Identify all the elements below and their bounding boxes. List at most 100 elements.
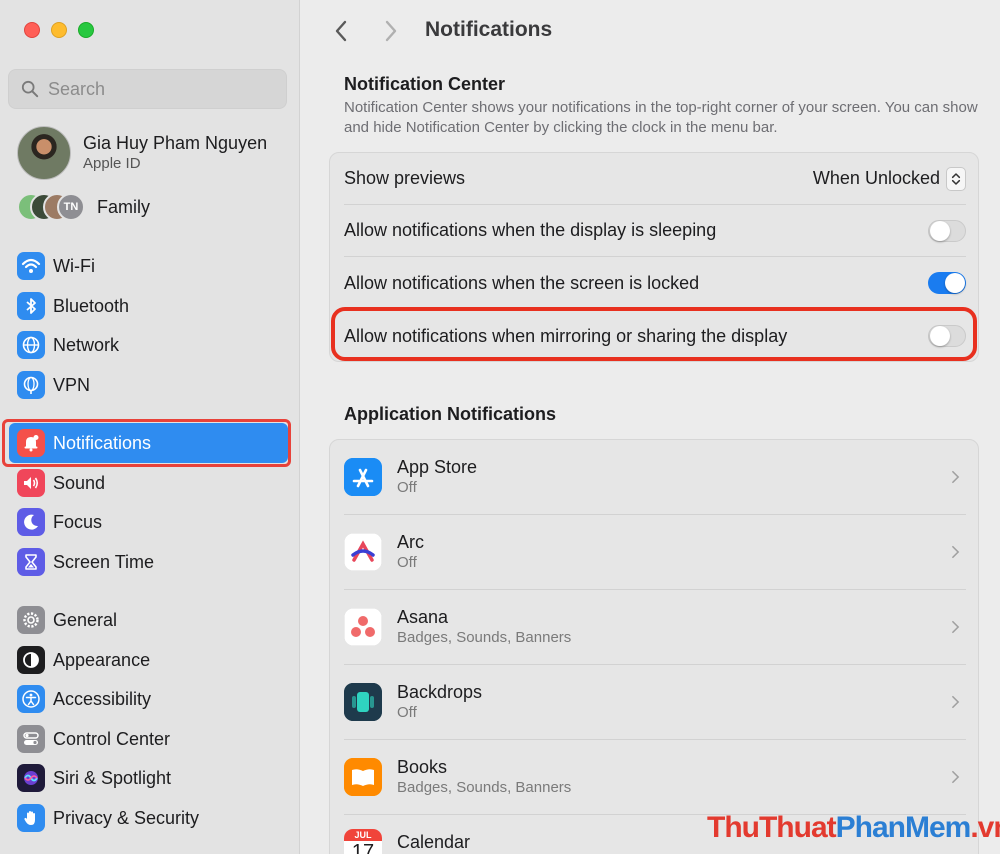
sidebar-item-bluetooth[interactable]: Bluetooth [9,286,288,326]
sidebar-item-label: Siri & Spotlight [53,767,172,788]
updown-chevron-icon [946,166,966,191]
family-item[interactable]: TN Family [17,193,150,221]
family-avatars: TN [17,193,89,221]
app-row-books[interactable]: Books Badges, Sounds, Banners [344,740,966,815]
display-sleeping-row: Allow notifications when the display is … [344,205,966,257]
sidebar: Search Gia Huy Pham Nguyen Apple ID TN F… [0,0,300,854]
app-status: Off [397,704,417,721]
moon-icon [17,508,45,536]
toggle-label: Allow notifications when the screen is l… [344,272,700,293]
app-name: Asana [397,607,449,627]
sidebar-item-label: Sound [53,472,106,493]
sidebar-item-label: Screen Time [53,551,155,572]
sidebar-item-sound[interactable]: Sound [9,463,288,503]
app-name: App Store [397,457,478,477]
sidebar-item-focus[interactable]: Focus [9,502,288,542]
show-previews-row: Show previews When Unlocked [344,153,966,205]
sidebar-item-appearance[interactable]: Appearance [9,640,288,680]
sidebar-item-label: Control Center [53,728,171,749]
app-row-backdrops[interactable]: Backdrops Off [344,665,966,740]
sidebar-item-accessibility[interactable]: Accessibility [9,679,288,719]
app-status: Off [397,479,417,496]
watermark-part: PhanMem [835,811,972,844]
sidebar-item-label: VPN [53,374,91,395]
profile-subtitle: Apple ID [83,155,141,172]
sidebar-item-label: Wi-Fi [53,255,95,276]
globe-icon [17,331,45,359]
application-notifications-list: App Store Off Arc Off Asana Badges, Soun… [329,439,979,854]
search-placeholder: Search [48,78,106,99]
family-avatar-initials: TN [57,193,85,221]
screen-locked-row: Allow notifications when the screen is l… [344,257,966,310]
family-label: Family [97,196,150,217]
main-content: Notifications Notification Center Notifi… [301,0,1000,854]
chevron-right-icon [948,543,962,561]
app-row-app-store[interactable]: App Store Off [344,440,966,515]
hourglass-icon [17,548,45,576]
chevron-right-icon [948,693,962,711]
mirroring-highlight-annotation [331,307,977,361]
chevron-right-icon [385,20,397,42]
gear-icon [17,606,45,634]
app-name: Arc [397,532,424,552]
app-name: Backdrops [397,682,483,702]
sidebar-item-control-center[interactable]: Control Center [9,719,288,759]
notification-center-heading: Notification Center [344,74,506,94]
app-row-asana[interactable]: Asana Badges, Sounds, Banners [344,590,966,665]
back-button[interactable] [329,18,353,44]
sidebar-item-label: Focus [53,511,103,532]
bluetooth-icon [17,292,45,320]
accessibility-icon [17,685,45,713]
avatar [17,126,71,180]
search-icon [21,80,39,98]
watermark-part: .vn [970,811,1000,844]
sidebar-item-wifi[interactable]: Wi-Fi [9,246,288,286]
asana-icon [344,608,382,646]
search-field[interactable]: Search [8,69,287,109]
apple-id-profile[interactable]: Gia Huy Pham Nguyen Apple ID [17,126,267,180]
books-icon [344,758,382,796]
wifi-icon [17,252,45,280]
forward-button[interactable] [379,18,403,44]
show-previews-label: Show previews [344,168,466,188]
control-center-icon [17,725,45,753]
siri-icon [17,764,45,792]
sidebar-item-general[interactable]: General [9,600,288,640]
calendar-icon-month: JUL [344,829,382,841]
chevron-right-icon [948,618,962,636]
sidebar-item-screen-time[interactable]: Screen Time [9,542,288,582]
show-previews-select[interactable]: When Unlocked [813,166,966,191]
toggle-label: Allow notifications when the display is … [344,220,717,240]
app-row-arc[interactable]: Arc Off [344,515,966,590]
sidebar-item-label: Privacy & Security [53,807,200,828]
app-status: Badges, Sounds, Banners [397,629,572,646]
toolbar: Notifications [301,14,1000,48]
system-settings-window: Search Gia Huy Pham Nguyen Apple ID TN F… [0,0,1000,854]
sidebar-item-network[interactable]: Network [9,325,288,365]
watermark-part: ThuThuat [707,811,837,844]
app-status: Off [397,554,417,571]
notification-center-description: Notification Center shows your notificat… [344,99,978,136]
zoom-window-button[interactable] [78,22,94,38]
vpn-globe-icon [17,371,45,399]
display-sleeping-toggle[interactable] [928,219,966,242]
page-title: Notifications [425,18,553,41]
arc-icon [344,533,382,571]
sidebar-item-label: Accessibility [53,688,152,709]
minimize-window-button[interactable] [51,22,67,38]
close-window-button[interactable] [24,22,40,38]
window-controls [24,22,94,38]
calendar-icon-day: 17 [351,841,375,854]
notifications-highlight-annotation [2,419,291,467]
sidebar-item-label: Network [53,334,120,355]
sidebar-item-label: Bluetooth [53,295,130,316]
sidebar-item-privacy-security[interactable]: Privacy & Security [9,798,288,838]
screen-locked-toggle[interactable] [928,272,966,294]
watermark: ThuThuatPhanMem.vn [707,811,1000,845]
sidebar-item-siri-spotlight[interactable]: Siri & Spotlight [9,758,288,798]
chevron-left-icon [335,20,347,42]
hand-icon [17,804,45,832]
sidebar-item-vpn[interactable]: VPN [9,365,288,405]
appearance-icon [17,646,45,674]
profile-name: Gia Huy Pham Nguyen [83,133,268,153]
